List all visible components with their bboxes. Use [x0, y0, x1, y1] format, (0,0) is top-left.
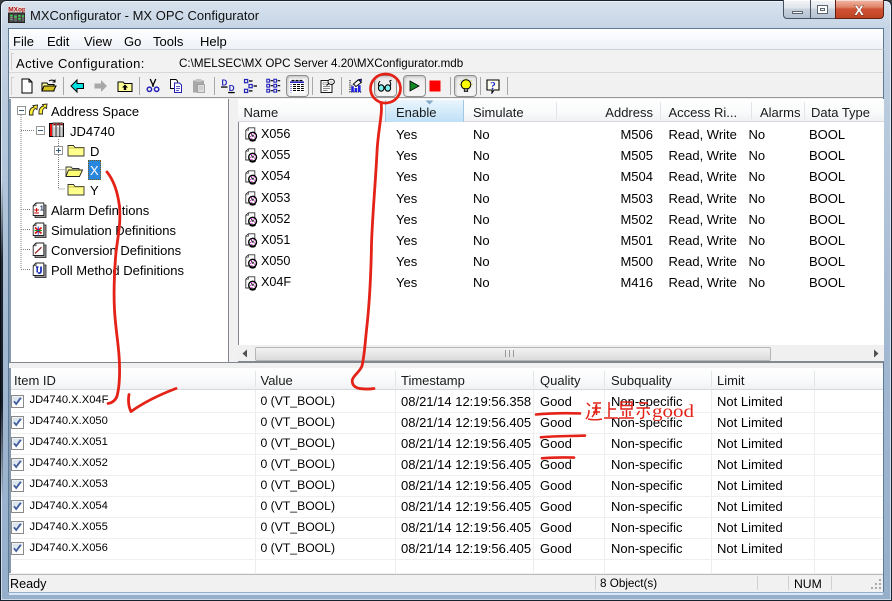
svg-text:D: D [221, 79, 227, 88]
svg-text:?: ? [490, 81, 496, 93]
svg-text:±: ± [34, 206, 39, 217]
svg-text:D: D [228, 84, 234, 93]
svg-text:1: 1 [40, 206, 44, 213]
svg-text:X: X [854, 3, 864, 17]
